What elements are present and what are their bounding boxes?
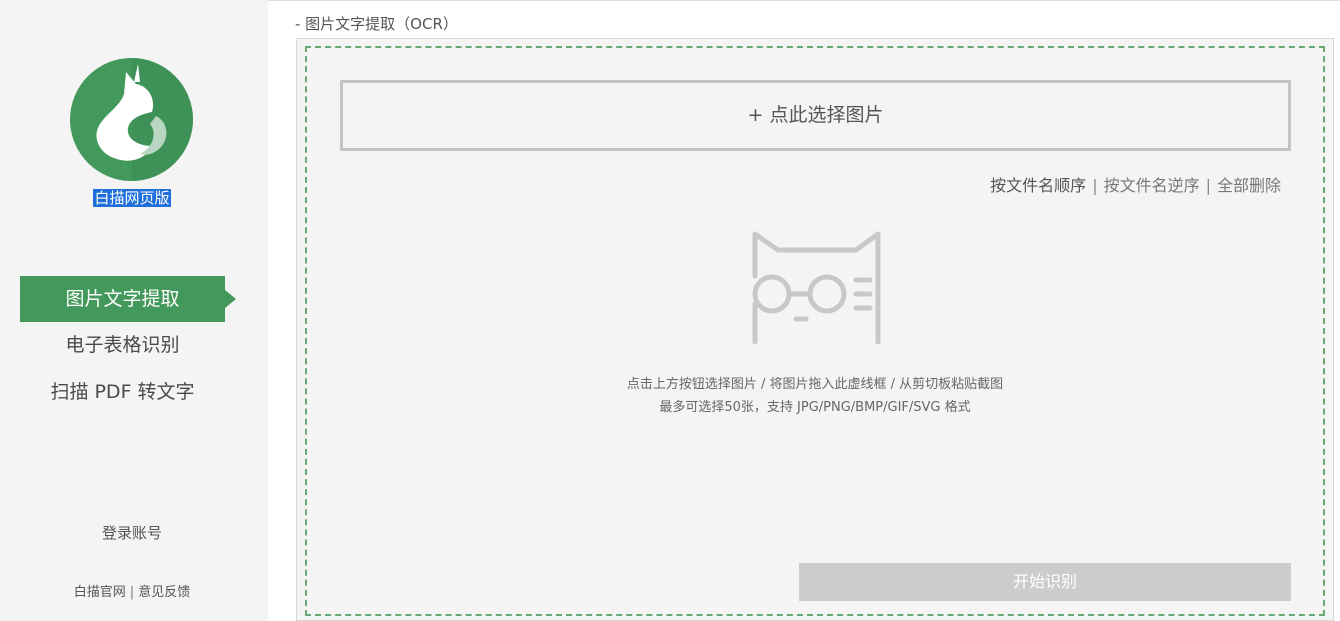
sort-by-name-asc-link[interactable]: 按文件名顺序 bbox=[990, 176, 1086, 195]
feedback-link[interactable]: 意见反馈 bbox=[138, 585, 190, 600]
login-link[interactable]: 登录账号 bbox=[0, 522, 264, 543]
sort-by-name-desc-link[interactable]: 按文件名逆序 bbox=[1104, 176, 1200, 195]
upload-panel: + 点此选择图片 按文件名顺序 | 按文件名逆序 | 全部删除 点击上方按钮选择图片 /… bbox=[296, 38, 1334, 621]
app-name-text: 白描网页版 bbox=[93, 189, 171, 207]
delete-all-link[interactable]: 全部删除 bbox=[1217, 176, 1281, 195]
sort-links: 按文件名顺序 | 按文件名逆序 | 全部删除 bbox=[990, 172, 1281, 196]
official-site-link[interactable]: 白描官网 bbox=[74, 585, 126, 600]
app-logo-icon[interactable] bbox=[70, 58, 193, 181]
upload-hint-line1: 点击上方按钮选择图片 / 将图片拖入此虚线框 / 从剪切板粘贴截图 bbox=[626, 377, 1004, 392]
footer-separator: | bbox=[129, 585, 135, 600]
sidebar: 白描网页版 图片文字提取 电子表格识别 扫描 PDF 转文字 登录账号 白描官网… bbox=[0, 0, 268, 621]
select-image-button[interactable]: + 点此选择图片 bbox=[340, 80, 1291, 151]
start-recognition-button[interactable]: 开始识别 bbox=[799, 563, 1291, 601]
sort-separator-1: | bbox=[1092, 176, 1098, 195]
upload-hint-line2: 最多可选择50张，支持 JPG/PNG/BMP/GIF/SVG 格式 bbox=[659, 400, 971, 415]
sort-separator-2: | bbox=[1205, 176, 1211, 195]
nav-item-image-ocr[interactable]: 图片文字提取 bbox=[20, 276, 236, 322]
image-dropzone[interactable]: + 点此选择图片 按文件名顺序 | 按文件名逆序 | 全部删除 点击上方按钮选择图片 /… bbox=[305, 46, 1325, 616]
footer-links: 白描官网 | 意见反馈 bbox=[0, 581, 264, 600]
section-title: - 图片文字提取（OCR） bbox=[295, 15, 458, 33]
nav-item-spreadsheet-recognition[interactable]: 电子表格识别 bbox=[20, 322, 225, 368]
nav-item-pdf-to-text[interactable]: 扫描 PDF 转文字 bbox=[20, 369, 225, 415]
app-name: 白描网页版 bbox=[0, 188, 264, 208]
cat-with-glasses-icon bbox=[752, 228, 883, 346]
top-divider bbox=[268, 0, 1340, 1]
